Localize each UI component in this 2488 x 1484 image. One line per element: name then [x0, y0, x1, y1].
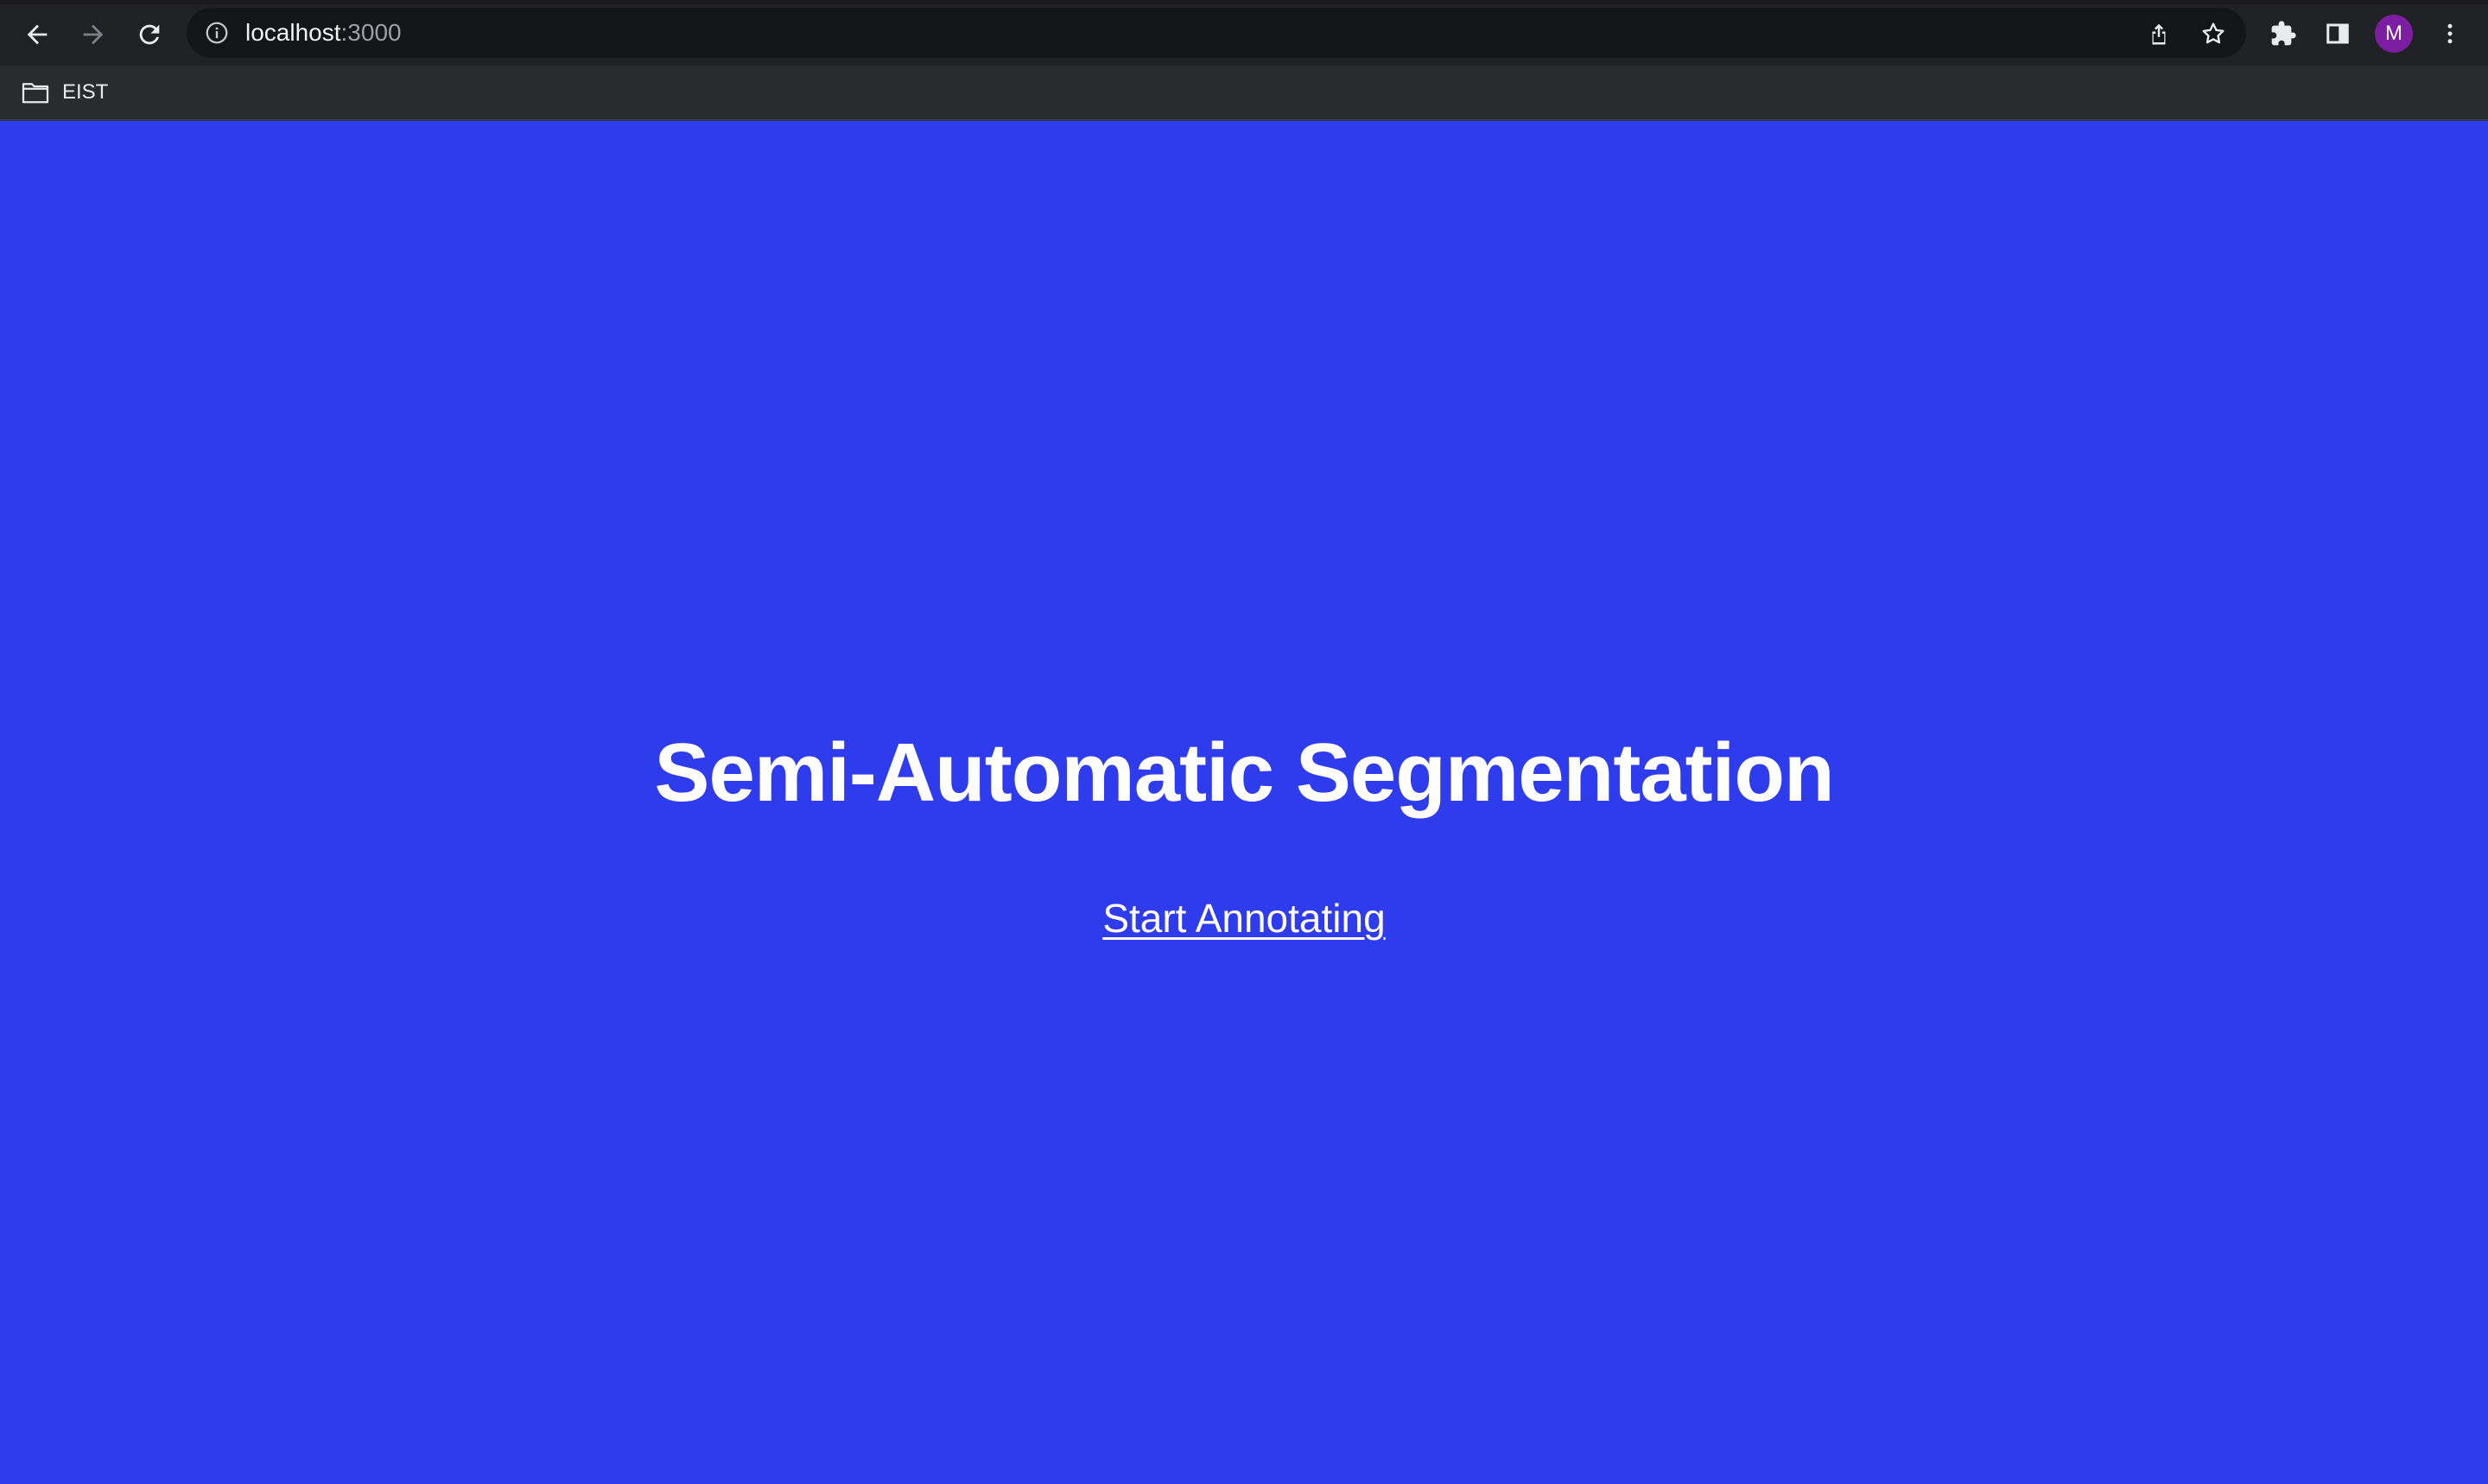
- share-icon: [2152, 23, 2166, 45]
- bookmark-label: EIST: [62, 80, 109, 104]
- tab-strip-edge: [0, 0, 2488, 4]
- browser-toolbar: localhost:3000 M: [0, 0, 2488, 66]
- side-panel-button[interactable]: [2320, 16, 2355, 51]
- forward-button[interactable]: [72, 13, 115, 56]
- reload-icon: [139, 24, 160, 45]
- bookmark-star-button[interactable]: [2198, 18, 2229, 49]
- puzzle-icon: [2271, 21, 2296, 46]
- extensions-button[interactable]: [2266, 16, 2301, 51]
- page-title: Semi-Automatic Segmentation: [654, 726, 1834, 819]
- url-host: localhost: [245, 19, 341, 46]
- cta-container: Start Annotating: [0, 894, 2488, 942]
- url-port: :3000: [340, 19, 402, 46]
- share-button[interactable]: [2143, 18, 2174, 49]
- side-panel-icon: [2326, 23, 2349, 44]
- page-content: Semi-Automatic Segmentation Start Annota…: [0, 121, 2488, 1484]
- kebab-menu-icon: [2447, 23, 2453, 44]
- folder-icon: [22, 83, 49, 104]
- profile-avatar[interactable]: M: [2375, 15, 2413, 53]
- star-icon: [2202, 22, 2225, 44]
- info-icon[interactable]: [204, 20, 230, 46]
- address-bar[interactable]: localhost:3000: [187, 8, 2246, 58]
- url-text[interactable]: localhost:3000: [245, 19, 402, 47]
- browser-menu-button[interactable]: [2433, 16, 2467, 51]
- start-annotating-link[interactable]: Start Annotating: [1102, 896, 1385, 941]
- back-arrow-icon: [27, 24, 48, 45]
- bookmarks-bar: EIST: [0, 66, 2488, 121]
- back-button[interactable]: [16, 13, 59, 56]
- forward-arrow-icon: [83, 24, 104, 45]
- reload-button[interactable]: [128, 13, 171, 56]
- bookmark-folder-eist[interactable]: EIST: [21, 76, 108, 109]
